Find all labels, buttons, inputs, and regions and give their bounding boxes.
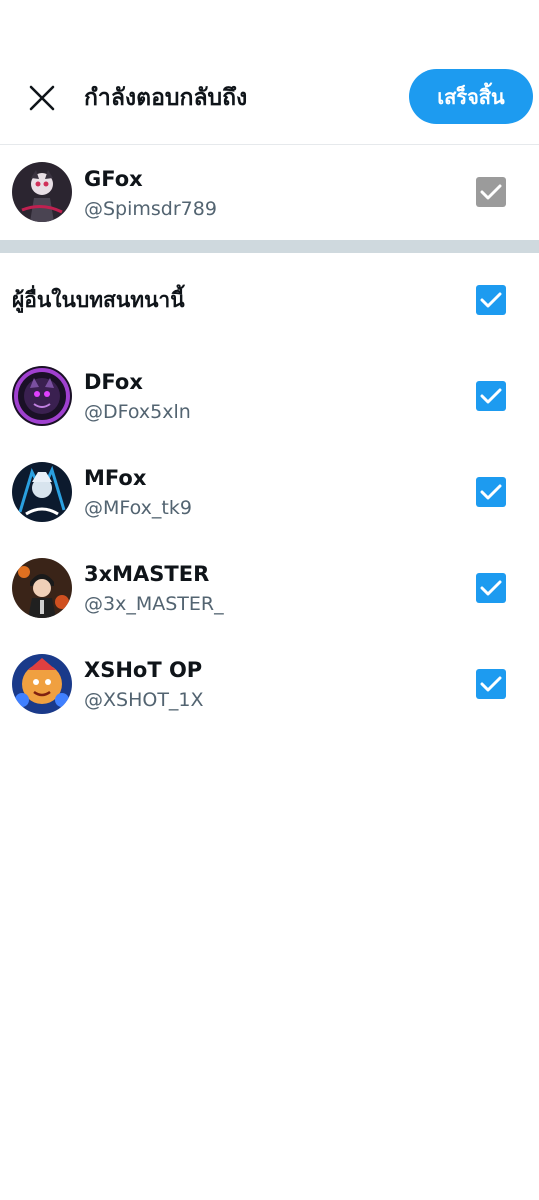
avatar <box>12 462 72 522</box>
user-handle: @3x_MASTER_ <box>84 593 224 615</box>
user-handle: @DFox5xln <box>84 401 191 423</box>
original-poster-row[interactable]: GFox @Spimsdr789 <box>0 145 539 241</box>
section-divider <box>0 240 539 253</box>
user-name: XSHoT OP <box>84 658 203 682</box>
checkmark-icon <box>480 484 502 500</box>
avatar <box>12 654 72 714</box>
avatar <box>12 366 72 426</box>
others-section-label: ผู้อื่นในบทสนทนานี้ <box>12 288 185 312</box>
checkmark-icon <box>480 184 502 200</box>
user-checkbox[interactable] <box>476 573 506 603</box>
select-all-checkbox[interactable] <box>476 285 506 315</box>
user-checkbox[interactable] <box>476 381 506 411</box>
checkmark-icon <box>480 388 502 404</box>
checkmark-icon <box>480 676 502 692</box>
done-button[interactable]: เสร็จสิ้น <box>409 69 533 124</box>
user-name: DFox <box>84 370 143 394</box>
checkbox-disabled <box>476 177 506 207</box>
user-handle: @XSHOT_1X <box>84 689 204 711</box>
checkmark-icon <box>480 580 502 596</box>
avatar <box>12 558 72 618</box>
list-item[interactable]: MFox @MFox_tk9 <box>0 444 539 540</box>
user-handle: @MFox_tk9 <box>84 497 192 519</box>
checkmark-icon <box>480 292 502 308</box>
user-name: 3xMASTER <box>84 562 210 586</box>
user-name: MFox <box>84 466 147 490</box>
list-item[interactable]: DFox @DFox5xln <box>0 348 539 444</box>
header: กำลังตอบกลับถึง เสร็จสิ้น <box>0 0 539 145</box>
close-icon <box>29 85 55 111</box>
page-title: กำลังตอบกลับถึง <box>84 85 248 111</box>
user-checkbox[interactable] <box>476 669 506 699</box>
avatar <box>12 162 72 222</box>
user-checkbox[interactable] <box>476 477 506 507</box>
close-button[interactable] <box>22 80 62 116</box>
list-item[interactable]: XSHoT OP @XSHOT_1X <box>0 636 539 732</box>
list-item[interactable]: 3xMASTER @3x_MASTER_ <box>0 540 539 636</box>
user-name: GFox <box>84 167 143 191</box>
user-handle: @Spimsdr789 <box>84 198 217 220</box>
